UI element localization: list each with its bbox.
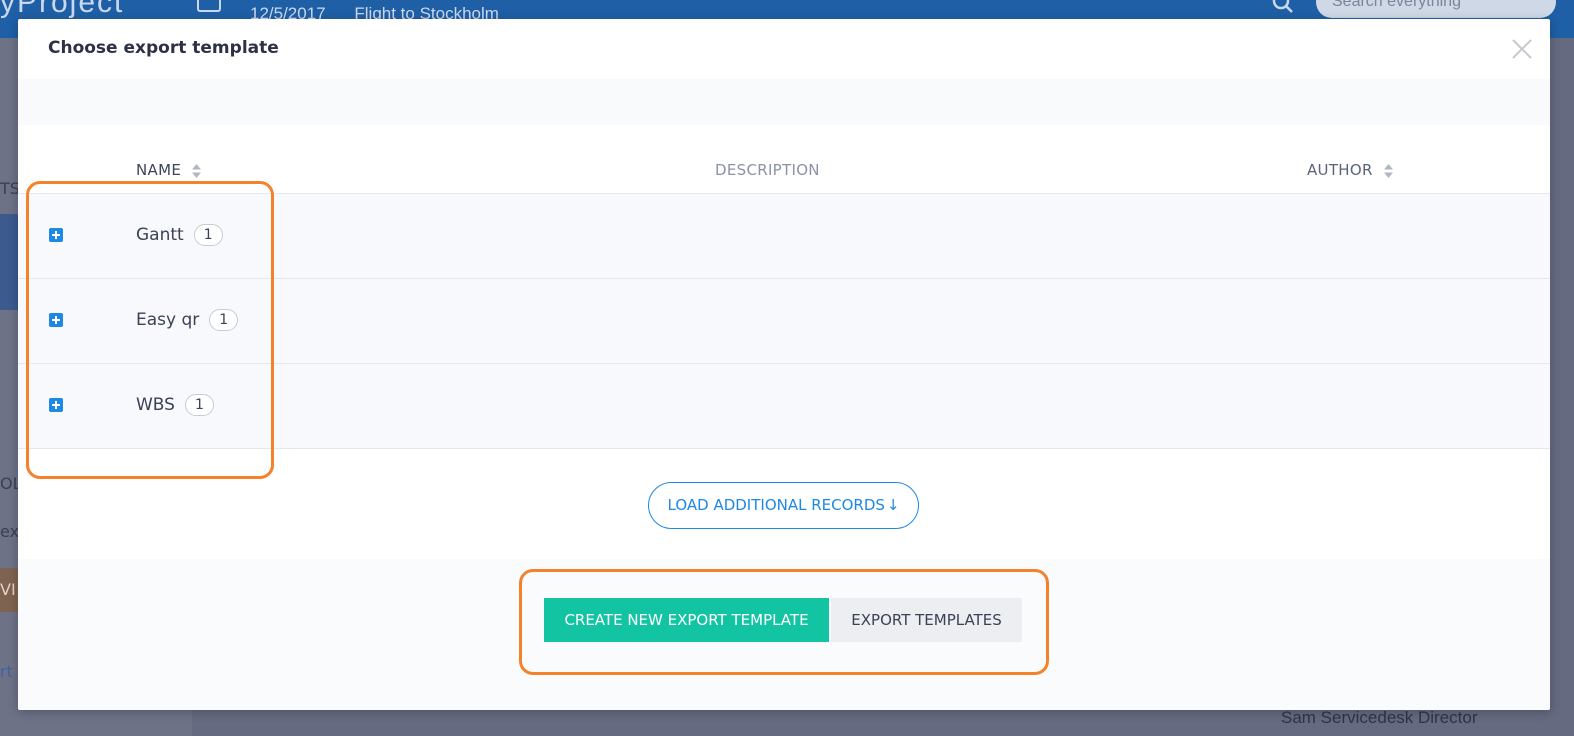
table-header: NAME DESCRIPTION AUTHOR [18, 157, 1550, 194]
modal-footer: CREATE NEW EXPORT TEMPLATE EXPORT TEMPLA… [18, 559, 1550, 710]
load-additional-records-button[interactable]: LOAD ADDITIONAL RECORDS ↓ [648, 482, 919, 529]
table-row[interactable]: Gantt 1 [18, 194, 1550, 279]
export-templates-button[interactable]: EXPORT TEMPLATES [831, 598, 1022, 642]
table-row[interactable]: WBS 1 [18, 364, 1550, 449]
search-input: Search everything [1316, 0, 1556, 18]
template-name-label: Gantt [136, 225, 184, 245]
column-header-author[interactable]: AUTHOR [1307, 161, 1393, 179]
expand-plus-icon[interactable] [49, 398, 63, 412]
sidebar-fragment: rt [0, 662, 13, 681]
template-name[interactable]: WBS 1 [136, 394, 214, 416]
column-header-name[interactable]: NAME [136, 161, 202, 179]
close-icon[interactable] [1508, 35, 1536, 63]
sort-icon [192, 163, 202, 178]
column-header-description: DESCRIPTION [715, 161, 820, 179]
count-badge: 1 [209, 309, 239, 331]
user-name: Sam Servicedesk Director [1281, 708, 1478, 727]
home-icon [197, 0, 221, 12]
filter-area [18, 79, 1550, 125]
app-logo: yProject [0, 0, 125, 19]
template-name-label: Easy qr [136, 310, 200, 330]
sidebar-fragment: VI [0, 580, 16, 599]
modal-title: Choose export template [48, 38, 279, 58]
column-header-author-label: AUTHOR [1307, 161, 1373, 179]
template-list: Gantt 1 Easy qr 1 WBS 1 [18, 194, 1550, 449]
modal-header: Choose export template [18, 19, 1550, 79]
template-name-label: WBS [136, 395, 175, 415]
search-icon [1272, 0, 1293, 13]
count-badge: 1 [193, 224, 223, 246]
template-name[interactable]: Gantt 1 [136, 224, 223, 246]
export-template-modal: Choose export template NAME DESCRIPTION … [18, 19, 1550, 710]
arrow-down-icon: ↓ [886, 496, 900, 514]
load-more-label: LOAD ADDITIONAL RECORDS [667, 496, 885, 514]
expand-plus-icon[interactable] [49, 313, 63, 327]
create-new-export-template-button[interactable]: CREATE NEW EXPORT TEMPLATE [544, 598, 829, 642]
sidebar-fragment: ex [0, 522, 20, 541]
expand-plus-icon[interactable] [49, 228, 63, 242]
sidebar-fragment: TS [0, 179, 20, 198]
table-row[interactable]: Easy qr 1 [18, 279, 1550, 364]
count-badge: 1 [184, 394, 214, 416]
sidebar-active-item [0, 214, 18, 310]
column-header-name-label: NAME [136, 161, 182, 179]
template-name[interactable]: Easy qr 1 [136, 309, 239, 331]
sort-icon [1383, 163, 1393, 178]
